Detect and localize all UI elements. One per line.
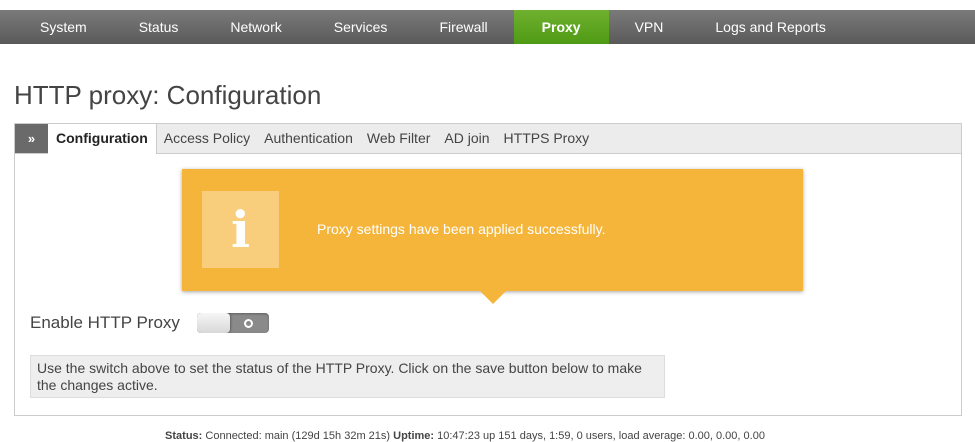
status-value: Connected: main (129d 15h 32m 21s) — [205, 430, 391, 442]
toggle-knob[interactable] — [197, 313, 230, 333]
tab-access-policy[interactable]: Access Policy — [157, 124, 257, 153]
success-notification: i Proxy settings have been applied succe… — [182, 169, 803, 304]
uptime-value: 10:47:23 up 151 days, 1:59, 0 users, loa… — [437, 430, 765, 442]
help-text: Use the switch above to set the status o… — [30, 355, 665, 398]
status-label: Status: — [165, 430, 203, 442]
tab-https-proxy[interactable]: HTTPS Proxy — [497, 124, 597, 153]
toggle-off-indicator-icon — [244, 319, 253, 328]
top-navigation: System Status Network Services Firewall … — [0, 10, 975, 44]
enable-http-proxy-toggle[interactable] — [197, 313, 269, 333]
nav-item-network[interactable]: Network — [204, 10, 307, 44]
nav-item-proxy[interactable]: Proxy — [513, 10, 609, 44]
info-icon: i — [202, 191, 279, 268]
config-panel: » Configuration Access Policy Authentica… — [14, 123, 962, 416]
nav-item-firewall[interactable]: Firewall — [413, 10, 513, 44]
enable-http-proxy-label: Enable HTTP Proxy — [30, 313, 180, 332]
tab-configuration[interactable]: Configuration — [48, 124, 157, 154]
tab-ad-join[interactable]: AD join — [437, 124, 496, 153]
chevron-right-icon[interactable]: » — [15, 124, 48, 153]
tab-web-filter[interactable]: Web Filter — [360, 124, 438, 153]
nav-item-logs-and-reports[interactable]: Logs and Reports — [689, 10, 852, 44]
uptime-label: Uptime: — [393, 430, 435, 442]
status-bar: Status: Connected: main (129d 15h 32m 21… — [0, 430, 930, 442]
page-title: HTTP proxy: Configuration — [14, 80, 322, 110]
tab-authentication[interactable]: Authentication — [257, 124, 360, 153]
notification-message: Proxy settings have been applied success… — [317, 221, 606, 237]
nav-item-vpn[interactable]: VPN — [609, 10, 690, 44]
nav-item-status[interactable]: Status — [113, 10, 205, 44]
nav-item-services[interactable]: Services — [308, 10, 414, 44]
tab-bar: » Configuration Access Policy Authentica… — [15, 124, 961, 154]
nav-item-system[interactable]: System — [0, 10, 113, 44]
